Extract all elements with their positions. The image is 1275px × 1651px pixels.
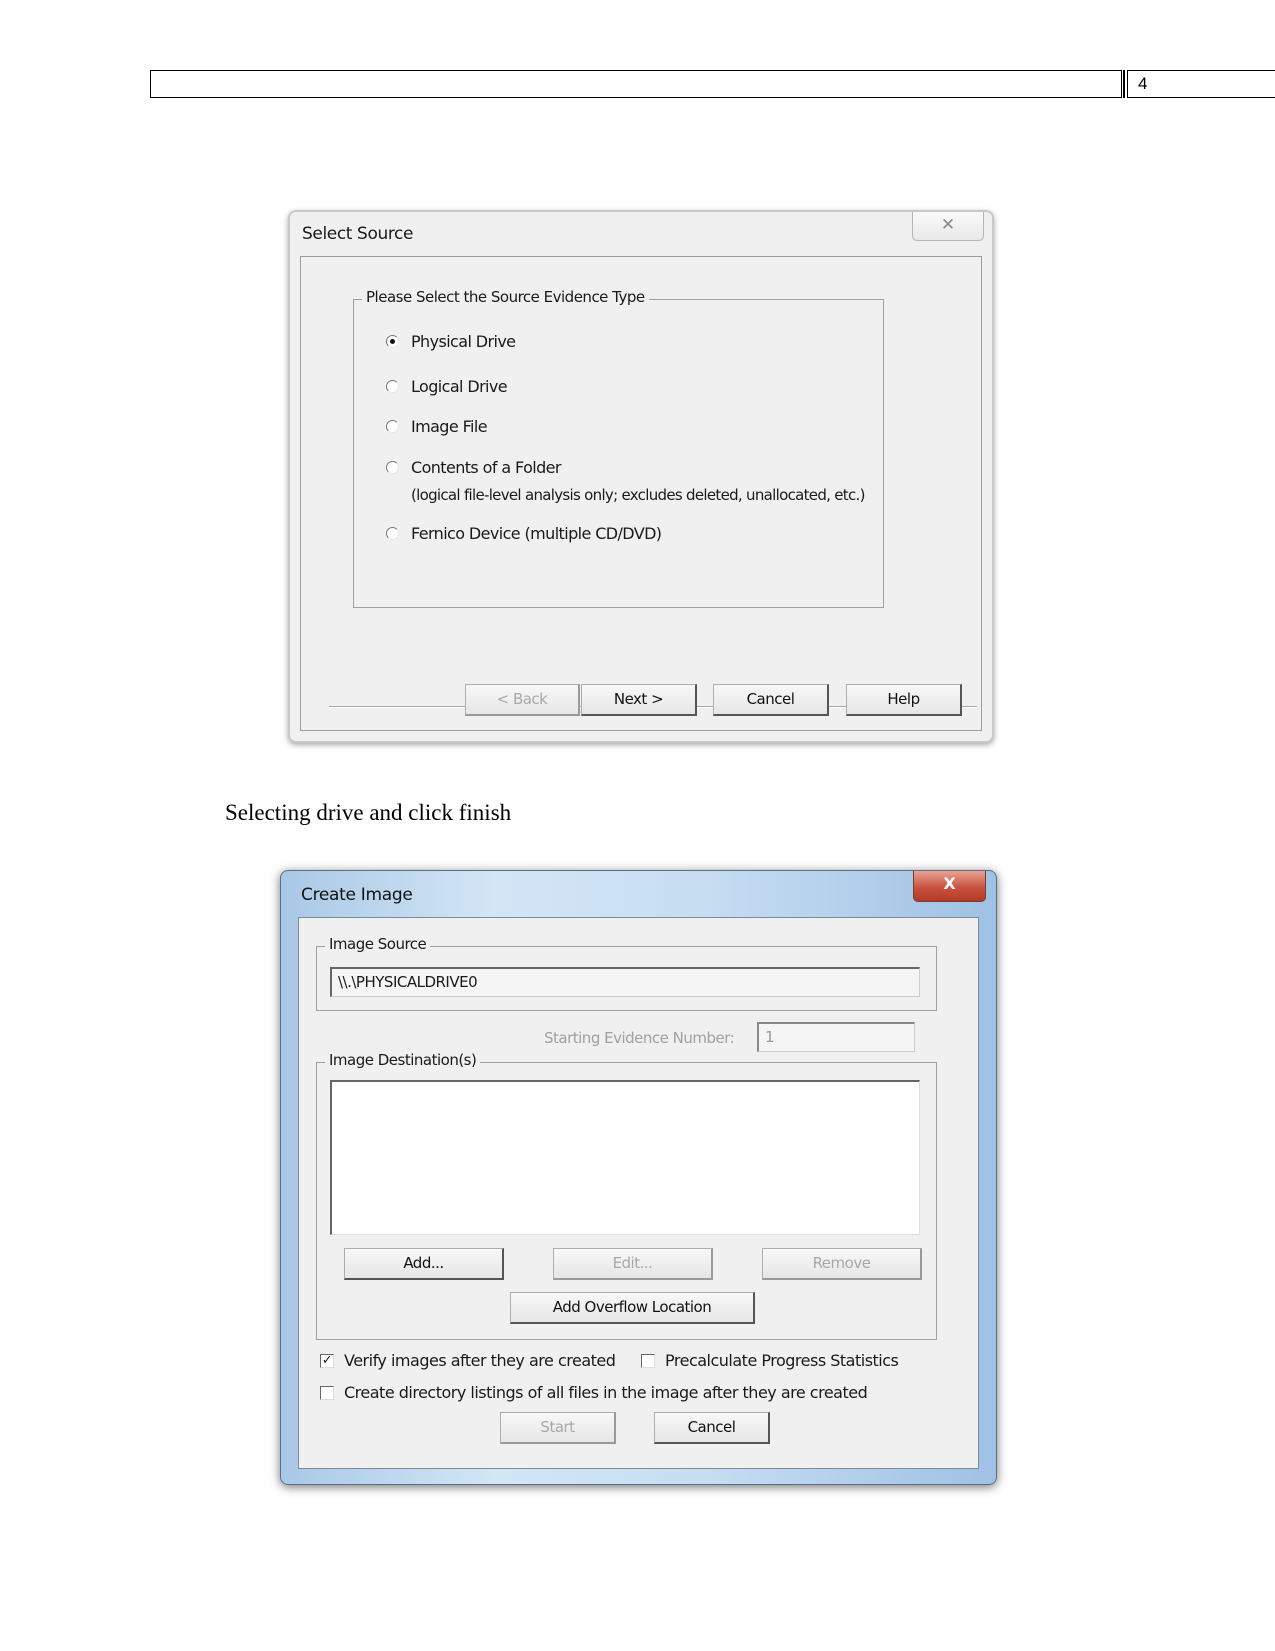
close-button[interactable]: X <box>913 871 986 902</box>
starting-evidence-label: Starting Evidence Number: <box>544 1029 735 1047</box>
dialog-body: Please Select the Source Evidence Type P… <box>300 256 982 731</box>
radio-contents-of-folder[interactable]: Contents of a Folder <box>386 458 562 477</box>
radio-label: Image File <box>411 417 488 436</box>
radio-label: Contents of a Folder <box>411 458 562 477</box>
dialog-title: Create Image <box>301 885 413 905</box>
add-button[interactable]: Add... <box>344 1248 504 1280</box>
back-button[interactable]: < Back <box>465 684 580 716</box>
close-icon: ✕ <box>940 215 956 235</box>
group-label: Image Destination(s) <box>325 1051 481 1069</box>
checkbox-label: Verify images after they are created <box>344 1351 616 1370</box>
close-button[interactable]: ✕ <box>912 212 984 241</box>
start-button[interactable]: Start <box>500 1412 616 1444</box>
dialog-title: Select Source <box>302 224 414 244</box>
radio-image-file[interactable]: Image File <box>386 417 488 436</box>
starting-evidence-field[interactable]: 1 <box>757 1022 915 1052</box>
caption-text: Selecting drive and click finish <box>225 800 512 825</box>
add-overflow-location-button[interactable]: Add Overflow Location <box>510 1292 755 1324</box>
checkbox-label: Precalculate Progress Statistics <box>665 1351 899 1370</box>
cancel-button[interactable]: Cancel <box>713 684 829 716</box>
next-button[interactable]: Next > <box>581 684 697 716</box>
dialog-body: Image Source \\.\PHYSICALDRIVE0 Starting… <box>298 917 979 1469</box>
radio-button-selected[interactable] <box>386 335 399 348</box>
radio-fernico-device[interactable]: Fernico Device (multiple CD/DVD) <box>386 524 662 543</box>
page-number: 4 <box>1123 70 1275 98</box>
radio-label: Physical Drive <box>411 332 516 351</box>
image-source-field[interactable]: \\.\PHYSICALDRIVE0 <box>330 967 920 997</box>
radio-button[interactable] <box>386 420 399 433</box>
source-evidence-type-group: Please Select the Source Evidence Type P… <box>353 288 884 608</box>
select-source-dialog: Select Source ✕ Please Select the Source… <box>288 210 994 743</box>
directory-listings-checkbox[interactable]: Create directory listings of all files i… <box>320 1383 868 1402</box>
remove-button[interactable]: Remove <box>762 1248 922 1280</box>
edit-button[interactable]: Edit... <box>553 1248 713 1280</box>
radio-button[interactable] <box>386 461 399 474</box>
checkbox[interactable] <box>320 1385 334 1400</box>
verify-images-checkbox[interactable]: ✓ Verify images after they are created <box>320 1351 616 1370</box>
radio-logical-drive[interactable]: Logical Drive <box>386 377 508 396</box>
group-label: Image Source <box>325 935 431 953</box>
close-icon: X <box>943 874 956 893</box>
image-source-group: Image Source \\.\PHYSICALDRIVE0 <box>316 935 937 1011</box>
page-header-box <box>150 70 1122 98</box>
group-label: Please Select the Source Evidence Type <box>362 288 649 306</box>
image-destinations-group: Image Destination(s) Add... Edit... Remo… <box>316 1051 937 1340</box>
destinations-list[interactable] <box>330 1080 920 1235</box>
checkbox-label: Create directory listings of all files i… <box>344 1383 868 1402</box>
cancel-button[interactable]: Cancel <box>654 1412 770 1444</box>
help-button[interactable]: Help <box>846 684 962 716</box>
radio-label: Fernico Device (multiple CD/DVD) <box>411 524 662 543</box>
folder-option-note: (logical file-level analysis only; exclu… <box>411 486 865 504</box>
radio-button[interactable] <box>386 380 399 393</box>
create-image-dialog: Create Image X Image Source \\.\PHYSICAL… <box>280 870 997 1485</box>
checkbox[interactable] <box>641 1353 655 1368</box>
radio-button[interactable] <box>386 527 399 540</box>
radio-physical-drive[interactable]: Physical Drive <box>386 332 516 351</box>
checkbox-checked[interactable]: ✓ <box>320 1353 334 1368</box>
radio-label: Logical Drive <box>411 377 508 396</box>
precalculate-progress-checkbox[interactable]: Precalculate Progress Statistics <box>641 1351 899 1370</box>
